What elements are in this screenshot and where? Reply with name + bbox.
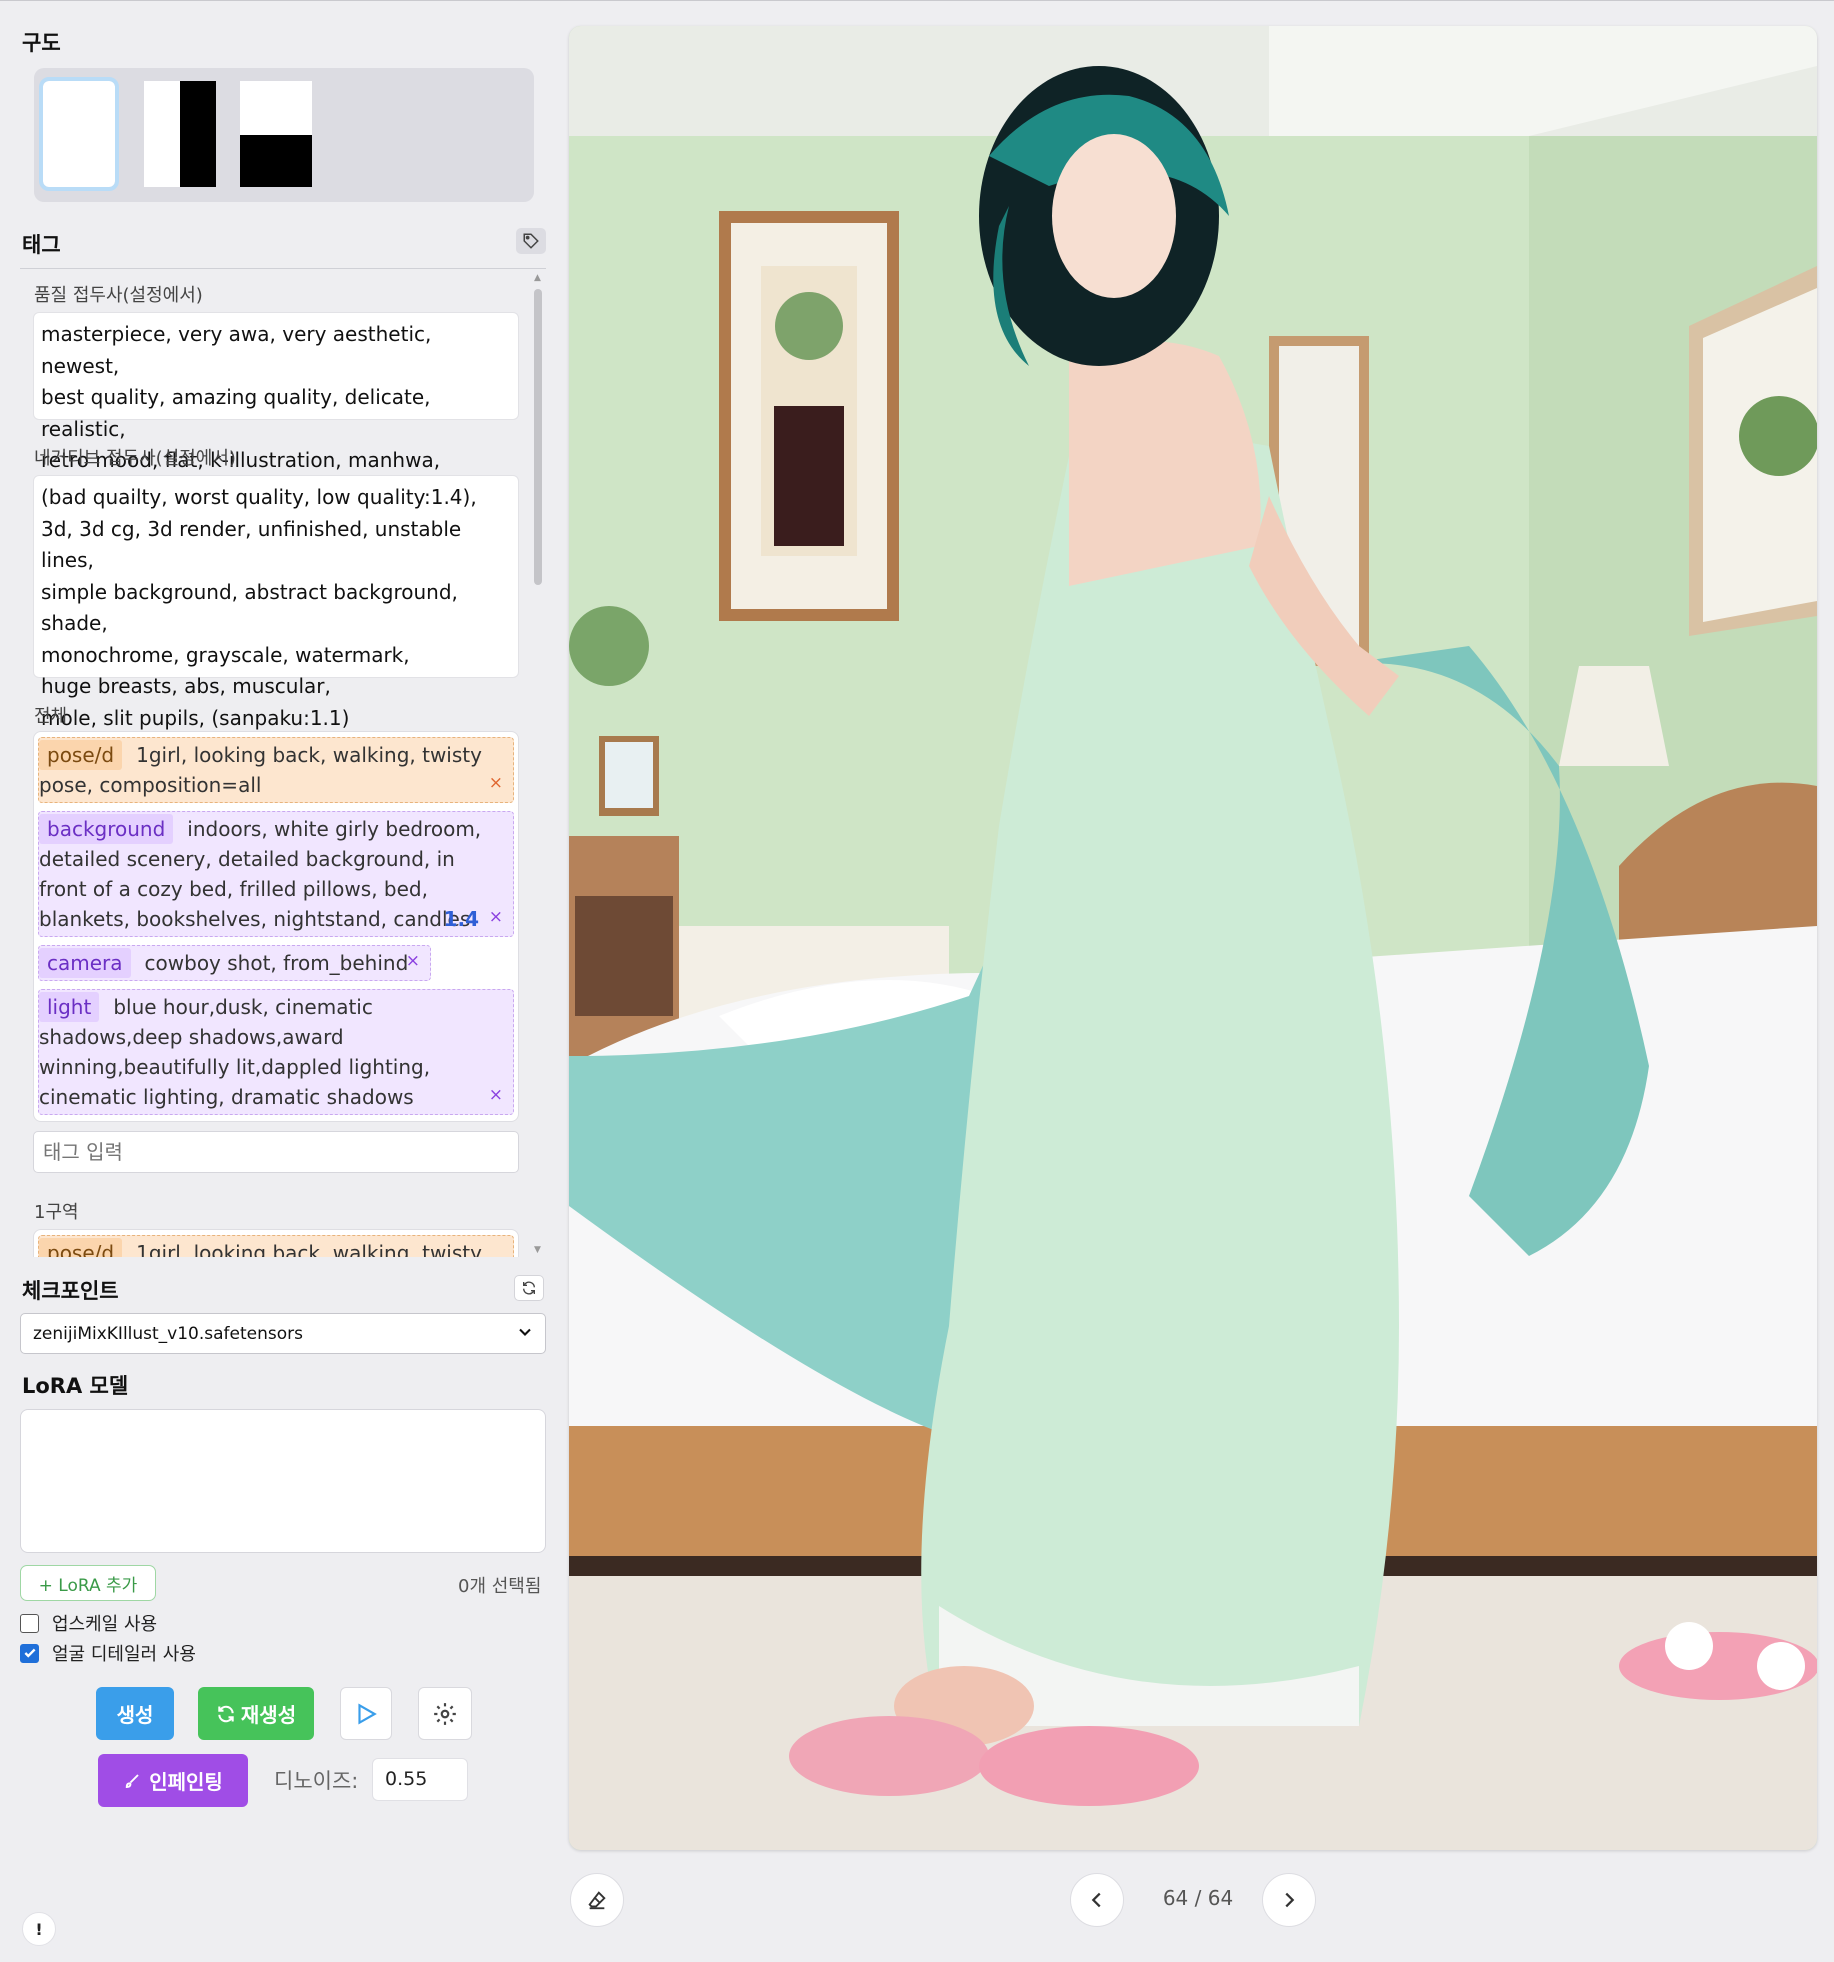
tags-scroll-area[interactable]: 품질 접두사(설정에서) masterpiece, very awa, very… [20, 269, 546, 1257]
eraser-icon [588, 1891, 606, 1910]
next-image-button[interactable] [1262, 1873, 1316, 1927]
tag-text: 1girl, looking back, walking, twisty [136, 1241, 482, 1257]
tag-category: pose/d [39, 1238, 123, 1257]
chevron-left-icon [1091, 1892, 1101, 1908]
chevron-right-icon [1285, 1892, 1295, 1908]
composition-options [34, 68, 534, 202]
tag-chip-background[interactable]: background indoors, white girly bedroom, … [38, 811, 514, 937]
tag-chip-pose[interactable]: pose/d 1girl, looking back, walking, twis… [38, 1235, 514, 1257]
play-icon [358, 1702, 377, 1725]
brush-icon [125, 1773, 139, 1788]
inpaint-button[interactable]: 인페인팅 [98, 1754, 248, 1807]
generated-image-illustration [569, 26, 1817, 1850]
region1-label: 1구역 [34, 1202, 79, 1223]
lora-list [20, 1409, 546, 1553]
tag-category: background [39, 814, 174, 844]
upscale-option[interactable]: 업스케일 사용 [20, 1610, 157, 1636]
gear-icon [434, 1702, 456, 1725]
checkpoint-refresh-button[interactable] [514, 1275, 544, 1301]
pager-total: 64 [1207, 1886, 1234, 1910]
remove-tag-icon[interactable]: × [406, 946, 420, 976]
refresh-icon [523, 1281, 535, 1295]
refresh-icon [218, 1705, 234, 1722]
pager-current: 64 [1162, 1886, 1189, 1910]
scroll-up-icon[interactable]: ▲ [534, 273, 541, 283]
composition-vertical-split-option[interactable] [144, 81, 216, 187]
tags-title: 태그 [22, 233, 61, 257]
generate-button[interactable]: 생성 [96, 1687, 174, 1740]
edit-image-button[interactable] [570, 1873, 624, 1927]
region1-tag-area: pose/d 1girl, looking back, walking, twis… [33, 1229, 519, 1257]
lora-title: LoRA 모델 [22, 1374, 129, 1398]
face-detailer-option[interactable]: 얼굴 디테일러 사용 [20, 1640, 196, 1666]
checkmark-icon [24, 1648, 35, 1658]
lora-selected-count: 0개 선택됨 [458, 1576, 542, 1597]
tag-chip-pose[interactable]: pose/d 1girl, looking back, walking, twis… [38, 737, 514, 803]
chevron-down-icon [519, 1328, 531, 1336]
tag-text: cowboy shot, from_behind [144, 951, 409, 975]
remove-tag-icon[interactable]: × [489, 768, 503, 798]
remove-tag-icon[interactable]: × [489, 902, 503, 932]
composition-title: 구도 [22, 31, 61, 55]
tag-category: camera [39, 948, 131, 978]
generated-image[interactable] [569, 26, 1817, 1850]
composition-horizontal-split-option[interactable] [240, 81, 312, 187]
remove-tag-icon[interactable]: × [489, 1080, 503, 1110]
tag-weight: 1.4 [443, 907, 479, 931]
regenerate-label: 재생성 [240, 1703, 297, 1727]
tag-category: pose/d [39, 740, 123, 770]
tag-input[interactable] [33, 1131, 519, 1173]
tag-icon [523, 233, 539, 249]
tag-category: light [39, 992, 100, 1022]
whole-label: 전체 [34, 706, 68, 727]
denoise-input[interactable]: 0.55 [372, 1758, 468, 1801]
face-detailer-checkbox[interactable] [20, 1643, 39, 1663]
previous-image-button[interactable] [1070, 1873, 1124, 1927]
composition-full-option[interactable] [39, 77, 119, 191]
whole-tag-area: pose/d 1girl, looking back, walking, twis… [33, 731, 519, 1122]
regenerate-button[interactable]: 재생성 [198, 1687, 314, 1740]
left-panel: 구도 태그 품질 접두사(설정에서) masterpiece, very awa… [0, 1, 560, 1962]
checkpoint-select[interactable]: zenijiMixKIllust_v10.safetensors [20, 1313, 546, 1354]
alert-button[interactable]: ! [22, 1912, 56, 1946]
quality-prefix-label: 품질 접두사(설정에서) [34, 285, 203, 306]
checkpoint-title: 체크포인트 [22, 1279, 119, 1303]
tag-chip-light[interactable]: light blue hour,dusk, cinematic shadows,d… [38, 989, 514, 1115]
face-detailer-label: 얼굴 디테일러 사용 [52, 1644, 196, 1665]
denoise-label: 디노이즈: [274, 1769, 359, 1793]
tags-scrollbar-thumb[interactable] [534, 289, 542, 585]
checkpoint-selected-value: zenijiMixKIllust_v10.safetensors [33, 1324, 303, 1344]
image-pager: 64 / 64 [1148, 1886, 1248, 1910]
tag-manager-button[interactable] [516, 228, 546, 254]
play-button[interactable] [340, 1687, 392, 1740]
inpaint-label: 인페인팅 [149, 1770, 223, 1794]
tag-chip-camera[interactable]: camera cowboy shot, from_behind × [38, 945, 431, 981]
upscale-label: 업스케일 사용 [52, 1614, 158, 1635]
upscale-checkbox[interactable] [20, 1613, 39, 1633]
negative-prefix-label: 네거티브 접두사(설정에서) [34, 448, 236, 469]
scroll-down-icon[interactable]: ▼ [534, 1245, 541, 1255]
pager-separator: / [1194, 1886, 1202, 1910]
negative-prefix-text: (bad quailty, worst quality, low quality… [33, 475, 519, 730]
add-lora-button[interactable]: + LoRA 추가 [20, 1565, 156, 1601]
settings-button[interactable] [418, 1687, 472, 1740]
quality-prefix-text: masterpiece, very awa, very aesthetic, n… [33, 312, 519, 504]
